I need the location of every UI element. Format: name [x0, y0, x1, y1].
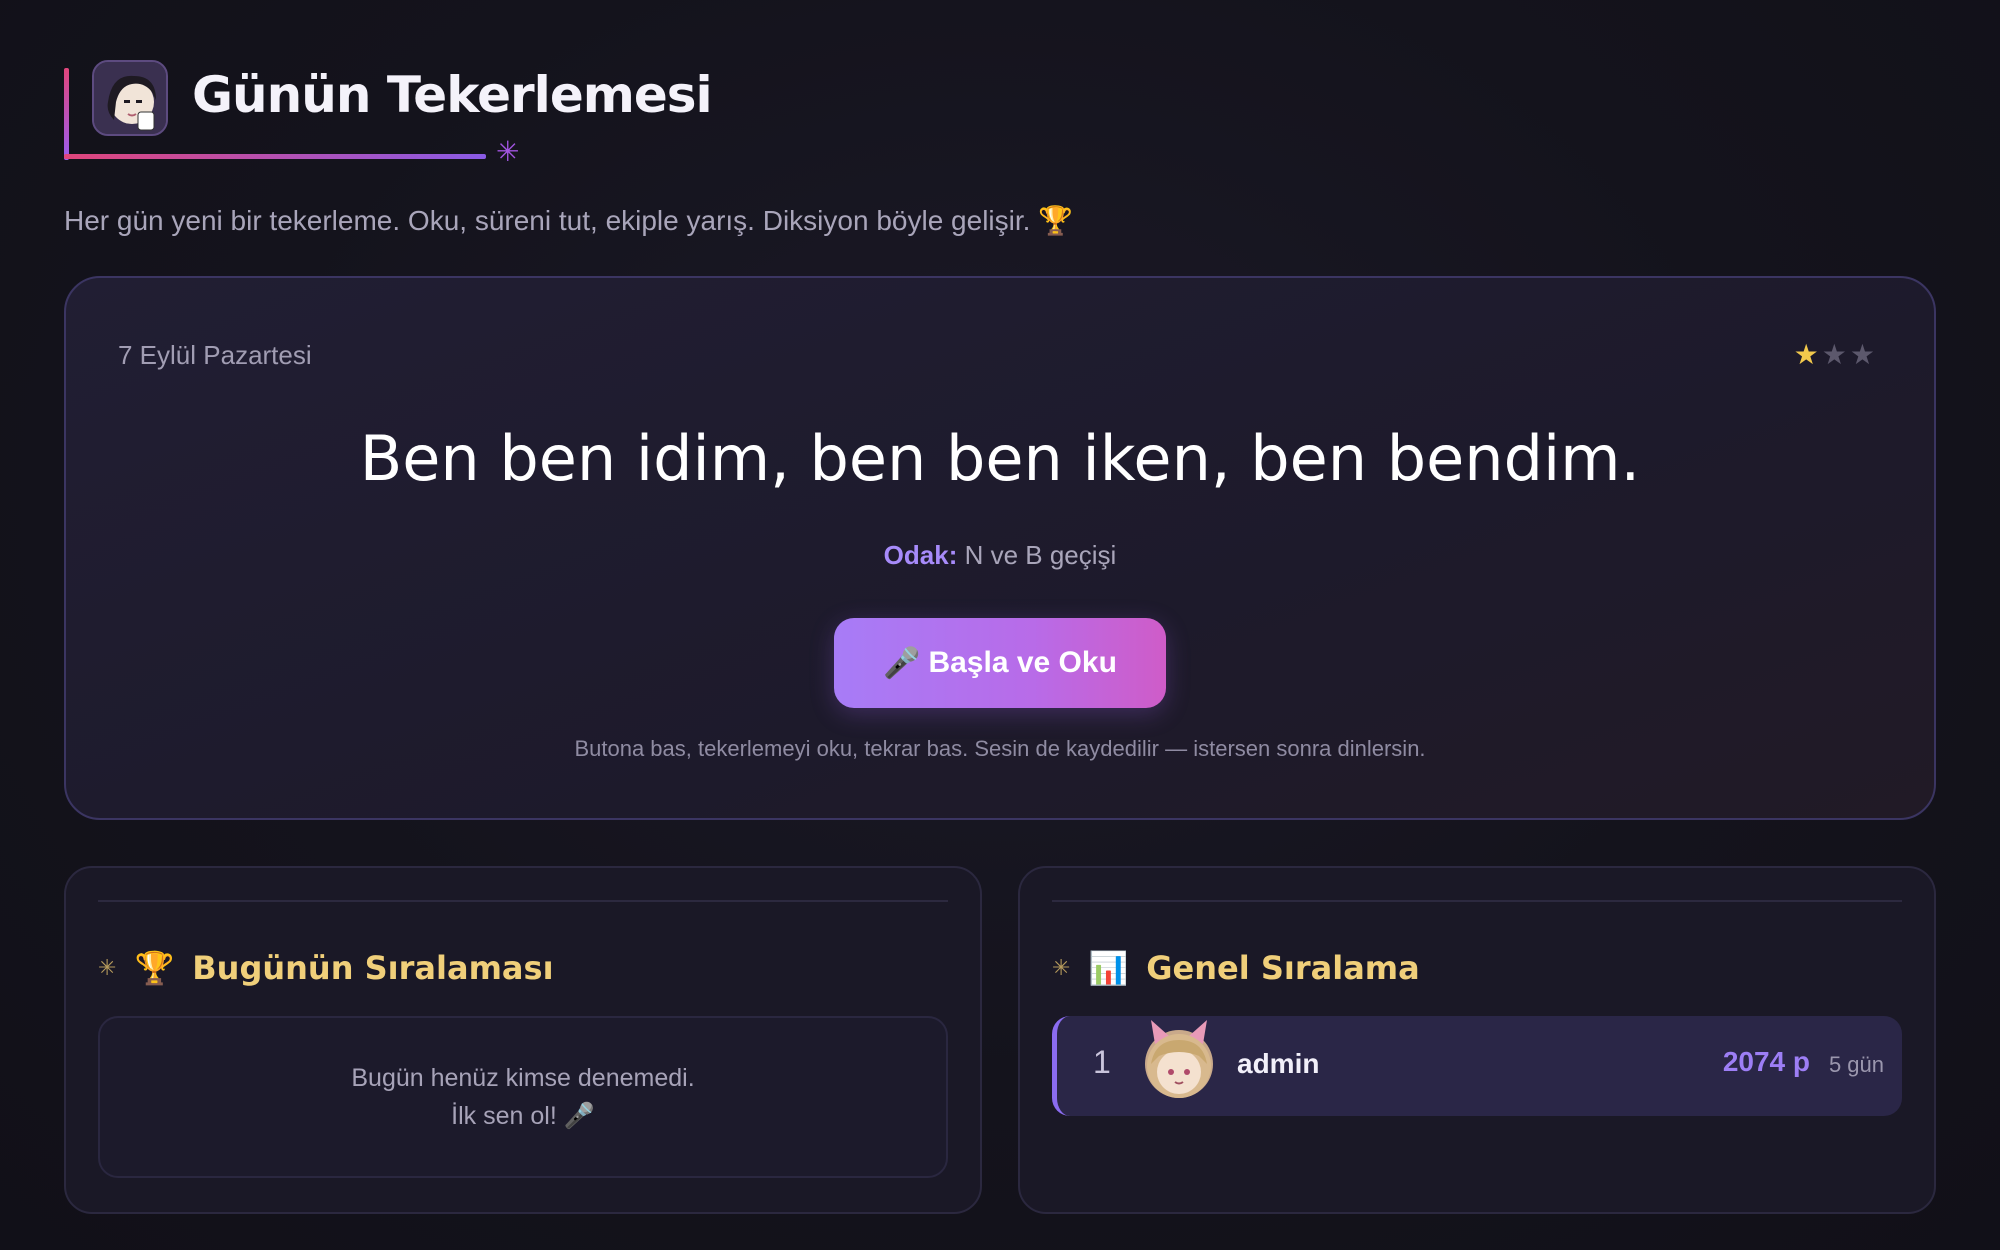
difficulty-stars: ★★★ — [1794, 338, 1878, 371]
bar-chart-icon: 📊 — [1088, 949, 1129, 987]
start-read-button[interactable]: 🎤 Başla ve Oku — [834, 618, 1166, 708]
header-accent-bar — [64, 68, 69, 160]
avatar — [1145, 1020, 1213, 1098]
panel-title: Genel Sıralama — [1146, 949, 1420, 987]
instruction-hint: Butona bas, tekerlemeyi oku, tekrar bas.… — [574, 736, 1426, 761]
today-ranking-panel: ✳ 🏆 Bugünün Sıralaması Bugün henüz kimse… — [64, 866, 982, 1214]
star-empty-icon: ★ — [1821, 338, 1850, 371]
rank-number: 1 — [1093, 1044, 1111, 1080]
sparkle-icon: ✳ — [496, 135, 520, 168]
start-button-label: Başla ve Oku — [928, 646, 1117, 679]
focus-line: Odak: N ve B geçişi — [66, 540, 1934, 571]
user-days: 5 gün — [1828, 1052, 1884, 1077]
date-label: 7 Eylül Pazartesi — [118, 340, 312, 370]
empty-state-line: İlk sen ol! 🎤 — [451, 1102, 595, 1130]
microphone-icon: 🎤 — [883, 646, 921, 680]
focus-label: Odak: — [883, 540, 958, 570]
ranking-row[interactable]: 1 admin 2074 p 5 gün — [1052, 1016, 1902, 1116]
user-points: 2074 p — [1722, 1046, 1810, 1077]
star-filled-icon: ★ — [1793, 338, 1822, 371]
sparkle-icon: ✳ — [1052, 955, 1071, 981]
divider — [1052, 900, 1902, 902]
tongue-twister-text: Ben ben idim, ben ben iken, ben bendim. — [359, 422, 1641, 495]
user-name: admin — [1237, 1048, 1320, 1079]
empty-state-line: Bugün henüz kimse denemedi. — [351, 1064, 695, 1092]
empty-state: Bugün henüz kimse denemedi. İlk sen ol! … — [98, 1016, 948, 1178]
page-header: Günün Tekerlemesi ✳ — [64, 58, 764, 168]
panel-header: ✳ 🏆 Bugünün Sıralaması — [98, 948, 554, 988]
panel-header: ✳ 📊 Genel Sıralama — [1052, 948, 1420, 988]
page-title: Günün Tekerlemesi — [192, 66, 713, 124]
panel-title: Bugünün Sıralaması — [192, 949, 554, 987]
sparkle-icon: ✳ — [98, 955, 117, 981]
divider — [98, 900, 948, 902]
focus-value: N ve B geçişi — [964, 540, 1117, 570]
star-empty-icon: ★ — [1849, 338, 1878, 371]
overall-ranking-panel: ✳ 📊 Genel Sıralama 1 admin 2074 p 5 gün — [1018, 866, 1936, 1214]
header-underline — [64, 154, 486, 159]
anime-avatar-icon — [92, 60, 168, 136]
page-subtitle: Her gün yeni bir tekerleme. Oku, süreni … — [64, 205, 1074, 236]
daily-twister-card: 7 Eylül Pazartesi ★★★ Ben ben idim, ben … — [64, 276, 1936, 820]
trophy-icon: 🏆 — [134, 949, 175, 987]
